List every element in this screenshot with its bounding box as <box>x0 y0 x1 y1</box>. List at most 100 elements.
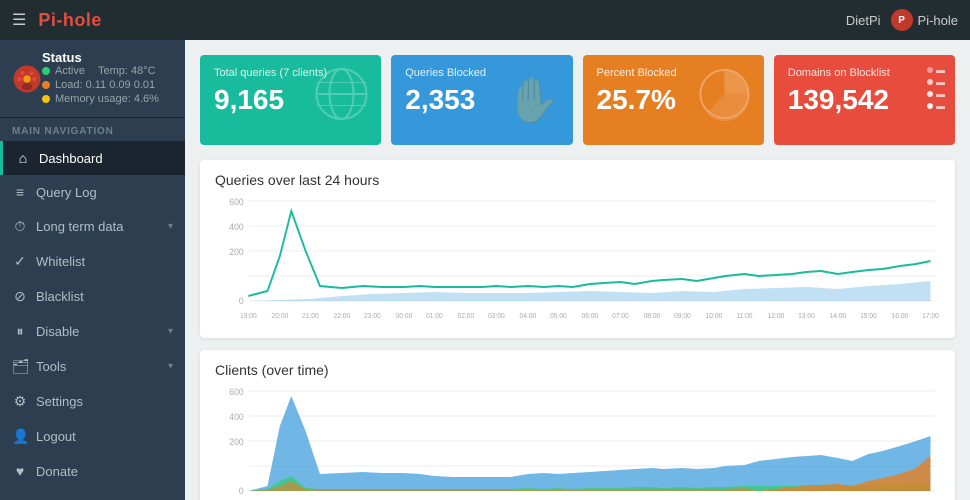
tools-label: Tools <box>36 359 66 374</box>
settings-label: Settings <box>36 394 83 409</box>
active-label: Active <box>55 65 85 77</box>
sidebar-item-long-term[interactable]: ⏱ Long term data ▾ <box>0 209 185 244</box>
donate-label: Donate <box>36 464 78 479</box>
blacklist-label: Blacklist <box>36 289 84 304</box>
svg-text:06:00: 06:00 <box>582 313 599 320</box>
sidebar-item-donate[interactable]: ♥ Donate <box>0 454 185 488</box>
legend-dot-4 <box>927 103 933 109</box>
legend-dot-2 <box>927 79 933 85</box>
card-total-queries: Total queries (7 clients) 9,165 <box>200 55 381 145</box>
chart-clients-svg: 600 400 200 0 19:00 20:00 21:00 22:00 <box>215 386 940 500</box>
card-queries-blocked: Queries Blocked 2,353 ✋ <box>391 55 572 145</box>
svg-text:600: 600 <box>229 387 243 397</box>
legend-dot-3 <box>927 91 933 97</box>
svg-text:10:00: 10:00 <box>706 313 723 320</box>
chart-clients-area: 600 400 200 0 19:00 20:00 21:00 22:00 <box>215 386 940 500</box>
top-nav-left: ☰ Pi-hole <box>12 10 102 31</box>
svg-text:200: 200 <box>229 247 243 257</box>
svg-text:200: 200 <box>229 437 243 447</box>
sidebar-item-whitelist[interactable]: ✓ Whitelist <box>0 244 185 279</box>
main-layout: Status Active Temp: 48°C Load: 0.11 0.09… <box>0 40 970 500</box>
sidebar-item-blacklist[interactable]: ⊘ Blacklist <box>0 279 185 314</box>
svg-text:01:00: 01:00 <box>426 313 443 320</box>
card-domains-blocklist-value: 139,542 <box>788 85 941 116</box>
svg-text:05:00: 05:00 <box>550 313 567 320</box>
legend-dot-1 <box>927 67 933 73</box>
svg-text:22:00: 22:00 <box>334 313 351 320</box>
svg-text:09:00: 09:00 <box>674 313 691 320</box>
svg-text:12:00: 12:00 <box>768 313 785 320</box>
logout-label: Logout <box>36 429 76 444</box>
whitelist-label: Whitelist <box>36 254 85 269</box>
disable-label: Disable <box>36 324 79 339</box>
svg-text:14:00: 14:00 <box>830 313 847 320</box>
memory-dot <box>42 95 50 103</box>
legend-item-2: ▬ <box>927 77 945 87</box>
dashboard-icon: ⌂ <box>15 150 31 166</box>
card-domains-blocklist-title: Domains on Blocklist <box>788 67 941 79</box>
pi-logo-icon: P <box>891 9 913 31</box>
sidebar-item-query-log[interactable]: ≡ Query Log <box>0 175 185 209</box>
legend-item-3: ▬ <box>927 89 945 99</box>
svg-text:07:00: 07:00 <box>612 313 629 320</box>
status-block: Status Active Temp: 48°C Load: 0.11 0.09… <box>0 40 185 118</box>
chart-queries-area: 600 400 200 0 19:00 20:00 21:00 22:00 23… <box>215 196 940 326</box>
sidebar: Status Active Temp: 48°C Load: 0.11 0.09… <box>0 40 185 500</box>
long-term-arrow-icon: ▾ <box>168 221 173 232</box>
disable-icon: ⏸ <box>12 323 28 340</box>
legend-item-1: ▬ <box>927 65 945 75</box>
legend-text-1: ▬ <box>936 65 945 75</box>
content-area: Total queries (7 clients) 9,165 Queries … <box>185 40 970 500</box>
svg-text:20:00: 20:00 <box>272 313 289 320</box>
card-total-queries-icon <box>314 67 369 134</box>
chart-queries-svg: 600 400 200 0 19:00 20:00 21:00 22:00 23… <box>215 196 940 326</box>
card-queries-blocked-icon: ✋ <box>506 74 561 126</box>
load-label: Load: 0.11 0.09 0.01 <box>55 79 155 91</box>
svg-text:11:00: 11:00 <box>736 313 752 320</box>
sidebar-item-help[interactable]: ? Help <box>0 488 185 500</box>
menu-toggle-icon[interactable]: ☰ <box>12 10 26 30</box>
memory-row: Memory usage: 4.6% <box>42 93 173 105</box>
brand-pi: Pi- <box>38 10 63 30</box>
sidebar-item-logout[interactable]: 👤 Logout <box>0 419 185 454</box>
memory-label: Memory usage: 4.6% <box>55 93 159 105</box>
svg-text:00:00: 00:00 <box>396 313 413 320</box>
svg-text:03:00: 03:00 <box>488 313 505 320</box>
svg-text:16:00: 16:00 <box>892 313 909 320</box>
svg-text:13:00: 13:00 <box>798 313 815 320</box>
legend-text-3: ▬ <box>936 89 945 99</box>
settings-icon: ⚙ <box>12 393 28 410</box>
svg-text:0: 0 <box>239 486 244 496</box>
svg-text:15:00: 15:00 <box>860 313 877 320</box>
temp-label: Temp: 48°C <box>98 65 156 77</box>
status-title: Status <box>42 50 173 65</box>
brand-hole: hole <box>63 10 102 30</box>
load-row: Load: 0.11 0.09 0.01 <box>42 79 173 91</box>
svg-text:08:00: 08:00 <box>644 313 661 320</box>
sidebar-item-settings[interactable]: ⚙ Settings <box>0 384 185 419</box>
top-nav: ☰ Pi-hole DietPi P Pi-hole <box>0 0 970 40</box>
blocklist-legend: ▬ ▬ ▬ ▬ <box>927 65 945 113</box>
card-percent-blocked-icon <box>697 67 752 134</box>
svg-text:400: 400 <box>229 222 243 232</box>
brand-logo: Pi-hole <box>38 10 102 31</box>
legend-text-4: ▬ <box>936 101 945 111</box>
site-label: Pi-hole <box>918 13 958 28</box>
sidebar-item-dashboard[interactable]: ⌂ Dashboard <box>0 141 185 175</box>
svg-text:400: 400 <box>229 412 243 422</box>
svg-text:04:00: 04:00 <box>520 313 537 320</box>
sidebar-item-disable[interactable]: ⏸ Disable ▾ <box>0 314 185 349</box>
svg-text:21:00: 21:00 <box>302 313 319 320</box>
svg-text:19:00: 19:00 <box>240 313 257 320</box>
sidebar-item-tools[interactable]: 🗂 Tools ▾ <box>0 349 185 384</box>
svg-text:0: 0 <box>239 296 244 306</box>
tools-icon: 🗂 <box>12 358 28 375</box>
legend-text-2: ▬ <box>936 77 945 87</box>
stat-cards: Total queries (7 clients) 9,165 Queries … <box>200 55 955 145</box>
load-dot <box>42 81 50 89</box>
card-percent-blocked: Percent Blocked 25.7% <box>583 55 764 145</box>
chart-queries: Queries over last 24 hours 600 400 200 0 <box>200 160 955 338</box>
card-domains-blocklist: Domains on Blocklist 139,542 ▬ ▬ ▬ <box>774 55 955 145</box>
chart-clients-title: Clients (over time) <box>215 362 940 378</box>
status-header: Status Active Temp: 48°C Load: 0.11 0.09… <box>12 50 173 107</box>
